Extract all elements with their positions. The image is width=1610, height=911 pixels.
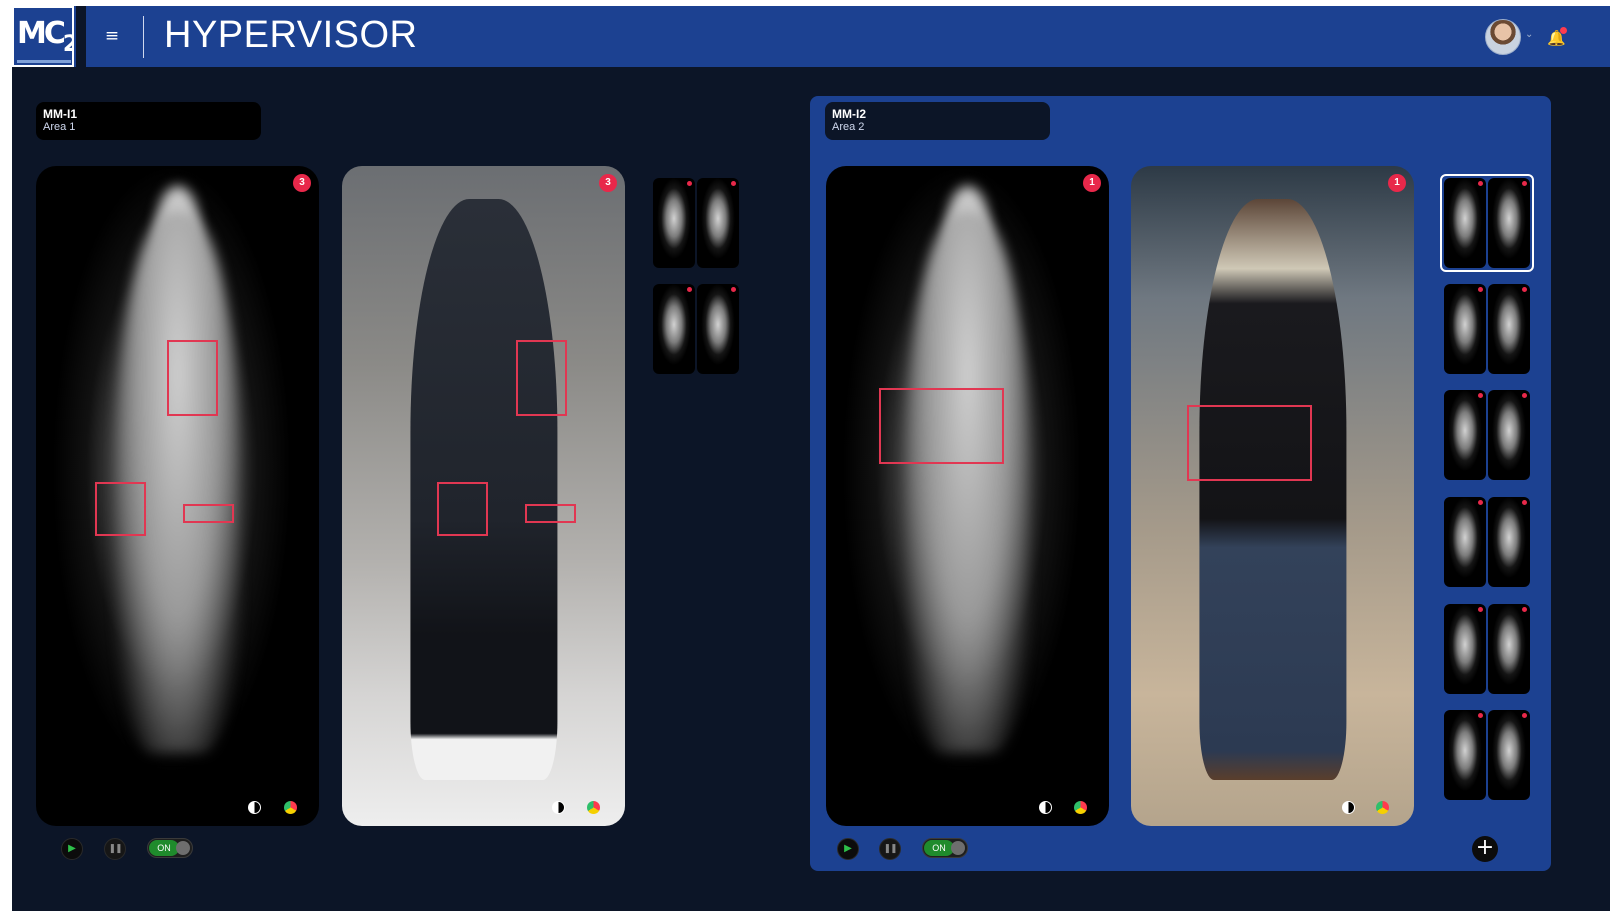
scan-thumbnail[interactable] (1444, 710, 1530, 800)
header-separator (143, 16, 144, 58)
add-button[interactable]: + (1472, 836, 1498, 862)
color-palette-icon[interactable] (284, 801, 297, 814)
toggle-knob (951, 841, 965, 855)
detection-box[interactable] (437, 482, 488, 536)
logo-divider (76, 6, 86, 67)
scan-view[interactable]: 1 (826, 166, 1109, 826)
camera-view[interactable]: 3 (342, 166, 625, 826)
color-palette-icon[interactable] (1376, 801, 1389, 814)
person-figure (1198, 199, 1347, 780)
toggle-knob (176, 841, 190, 855)
pause-button[interactable]: ❚❚ (104, 838, 126, 860)
color-palette-icon[interactable] (1074, 801, 1087, 814)
notification-dot (1560, 27, 1567, 34)
unit-area: Area 1 (43, 121, 76, 133)
scan-figure (905, 212, 1030, 754)
scan-thumbnail[interactable] (1444, 604, 1530, 694)
scan-thumbnail[interactable] (1444, 284, 1530, 374)
power-toggle[interactable]: ON (922, 838, 968, 858)
alert-count-badge: 1 (1083, 174, 1101, 192)
contrast-icon[interactable] (1039, 801, 1052, 814)
contrast-icon[interactable] (1342, 801, 1355, 814)
logo: MC2 (12, 6, 74, 67)
detection-box[interactable] (525, 504, 576, 523)
camera-view[interactable]: 1 (1131, 166, 1414, 826)
header-bar: MC2 ≡ HYPERVISOR ⌄ 🔔 (12, 6, 1610, 67)
scan-thumbnail-selected[interactable] (1440, 174, 1534, 272)
unit-name: MM-I1 (43, 107, 77, 121)
toggle-label: ON (924, 840, 954, 856)
scan-thumbnail[interactable] (1444, 497, 1530, 587)
chevron-down-icon[interactable]: ⌄ (1525, 29, 1533, 40)
detection-box[interactable] (183, 504, 234, 523)
detection-box[interactable] (95, 482, 146, 536)
menu-icon[interactable]: ≡ (102, 26, 122, 46)
alert-count-badge: 3 (293, 174, 311, 192)
power-toggle[interactable]: ON (147, 838, 193, 858)
logo-mark: MC2 (17, 16, 74, 57)
detection-box[interactable] (1187, 405, 1312, 481)
page-title: HYPERVISOR (164, 14, 418, 56)
unit-label: MM-I1 Area 1 (36, 102, 261, 140)
unit-panel-mm-i1: MM-I1 Area 1 3 3 ▶ ❚❚ ON (12, 96, 792, 871)
color-palette-icon[interactable] (587, 801, 600, 814)
avatar[interactable] (1485, 19, 1521, 55)
unit-area: Area 2 (832, 121, 865, 133)
contrast-icon[interactable] (248, 801, 261, 814)
scan-view[interactable]: 3 (36, 166, 319, 826)
detection-box[interactable] (167, 340, 218, 416)
unit-label: MM-I2 Area 2 (825, 102, 1050, 140)
detection-box[interactable] (879, 388, 1004, 464)
toggle-label: ON (149, 840, 179, 856)
pause-button[interactable]: ❚❚ (879, 838, 901, 860)
scan-thumbnail[interactable] (653, 284, 739, 374)
scan-thumbnail[interactable] (1444, 390, 1530, 480)
scan-thumbnail[interactable] (653, 178, 739, 268)
alert-count-badge: 3 (599, 174, 617, 192)
logo-tagline (17, 60, 71, 63)
app-frame: MC2 ≡ HYPERVISOR ⌄ 🔔 MM-I1 Area 1 3 3 ▶ … (12, 6, 1610, 911)
detection-box[interactable] (516, 340, 567, 416)
contrast-icon[interactable] (552, 801, 565, 814)
unit-panel-mm-i2: MM-I2 Area 2 1 1 ▶ ❚❚ ON + (810, 96, 1551, 871)
play-button[interactable]: ▶ (61, 838, 83, 860)
alert-count-badge: 1 (1388, 174, 1406, 192)
play-button[interactable]: ▶ (837, 838, 859, 860)
unit-name: MM-I2 (832, 107, 866, 121)
